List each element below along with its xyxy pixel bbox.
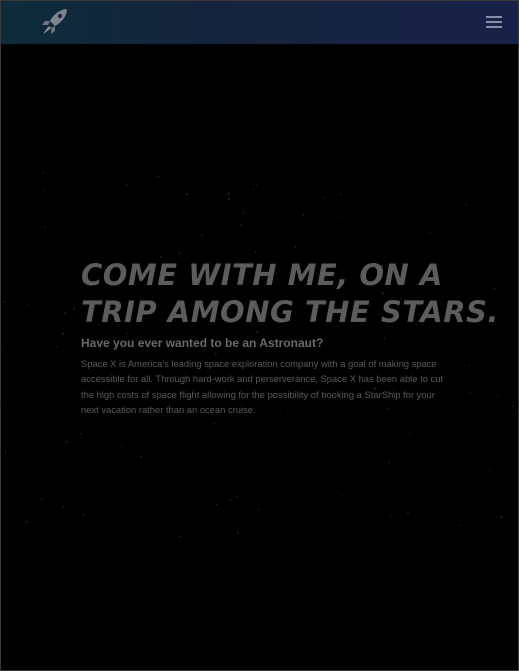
star [4,451,7,454]
star [500,516,503,519]
star [510,333,512,335]
star [458,524,461,526]
star [213,423,215,425]
hero-title-line-1: COME WITH ME, ON A [81,258,443,292]
star [3,300,6,303]
star [489,469,491,471]
star [65,440,68,443]
star [255,184,257,186]
star [511,405,514,408]
star [27,304,29,306]
star [512,414,514,416]
rocket-icon [42,9,67,34]
star [229,499,232,502]
intro-paragraph: Space X is America's leading space explo… [81,358,444,415]
star [2,399,4,401]
star [227,192,230,195]
star [463,265,465,266]
star [185,193,188,196]
star [233,331,235,333]
star [468,365,471,367]
star [12,287,15,289]
star [236,495,238,498]
star [215,353,217,355]
star [407,511,409,514]
home-logo-link[interactable] [39,7,71,37]
star [258,508,260,511]
star [252,188,255,191]
star [341,494,343,496]
star [388,461,390,463]
star [242,211,245,214]
page-frame: COME WITH ME, ON A TRIP AMONG THE STARS.… [0,0,519,671]
star [44,226,46,228]
star [447,332,449,334]
star [408,433,411,435]
star [497,395,499,398]
star [457,343,459,345]
star [25,520,28,523]
star [41,516,43,518]
astronaut-subheading: Have you ever wanted to be an Astronaut? [81,336,324,350]
star [171,175,173,176]
star [122,446,124,448]
hamburger-menu-icon[interactable] [486,16,502,29]
star [233,198,235,200]
star [71,227,72,228]
star [254,251,257,254]
hero-title-line-2: TRIP AMONG THE STARS. [81,295,499,329]
star [178,252,181,254]
star [494,287,496,290]
star [120,445,122,447]
star [79,432,82,435]
star [239,223,241,226]
star [40,498,43,500]
star [139,455,142,458]
star [56,346,59,348]
star [429,232,431,234]
star [496,360,498,361]
star [45,244,46,246]
star [179,535,182,538]
star [15,368,17,370]
star [429,228,431,230]
star [201,234,203,236]
star [73,307,76,310]
star [42,172,45,174]
star [390,515,392,517]
star [228,198,231,200]
star [1,349,2,351]
star [469,392,471,394]
star [322,197,325,199]
star [82,513,85,516]
star [342,351,344,353]
star [62,505,64,508]
star [126,332,128,335]
star [465,204,468,206]
star [337,216,340,218]
star [302,214,305,216]
star [237,531,239,534]
star [430,484,431,486]
top-navbar [1,1,518,44]
star [383,337,386,340]
star [43,190,45,192]
star [340,193,342,195]
star [256,330,259,333]
star [122,419,123,421]
star [157,175,159,177]
star [62,332,65,335]
star [294,246,297,248]
star [64,312,66,315]
star [350,228,352,230]
hero-title: COME WITH ME, ON A TRIP AMONG THE STARS. [81,257,499,331]
star [215,504,218,506]
star [126,183,128,186]
